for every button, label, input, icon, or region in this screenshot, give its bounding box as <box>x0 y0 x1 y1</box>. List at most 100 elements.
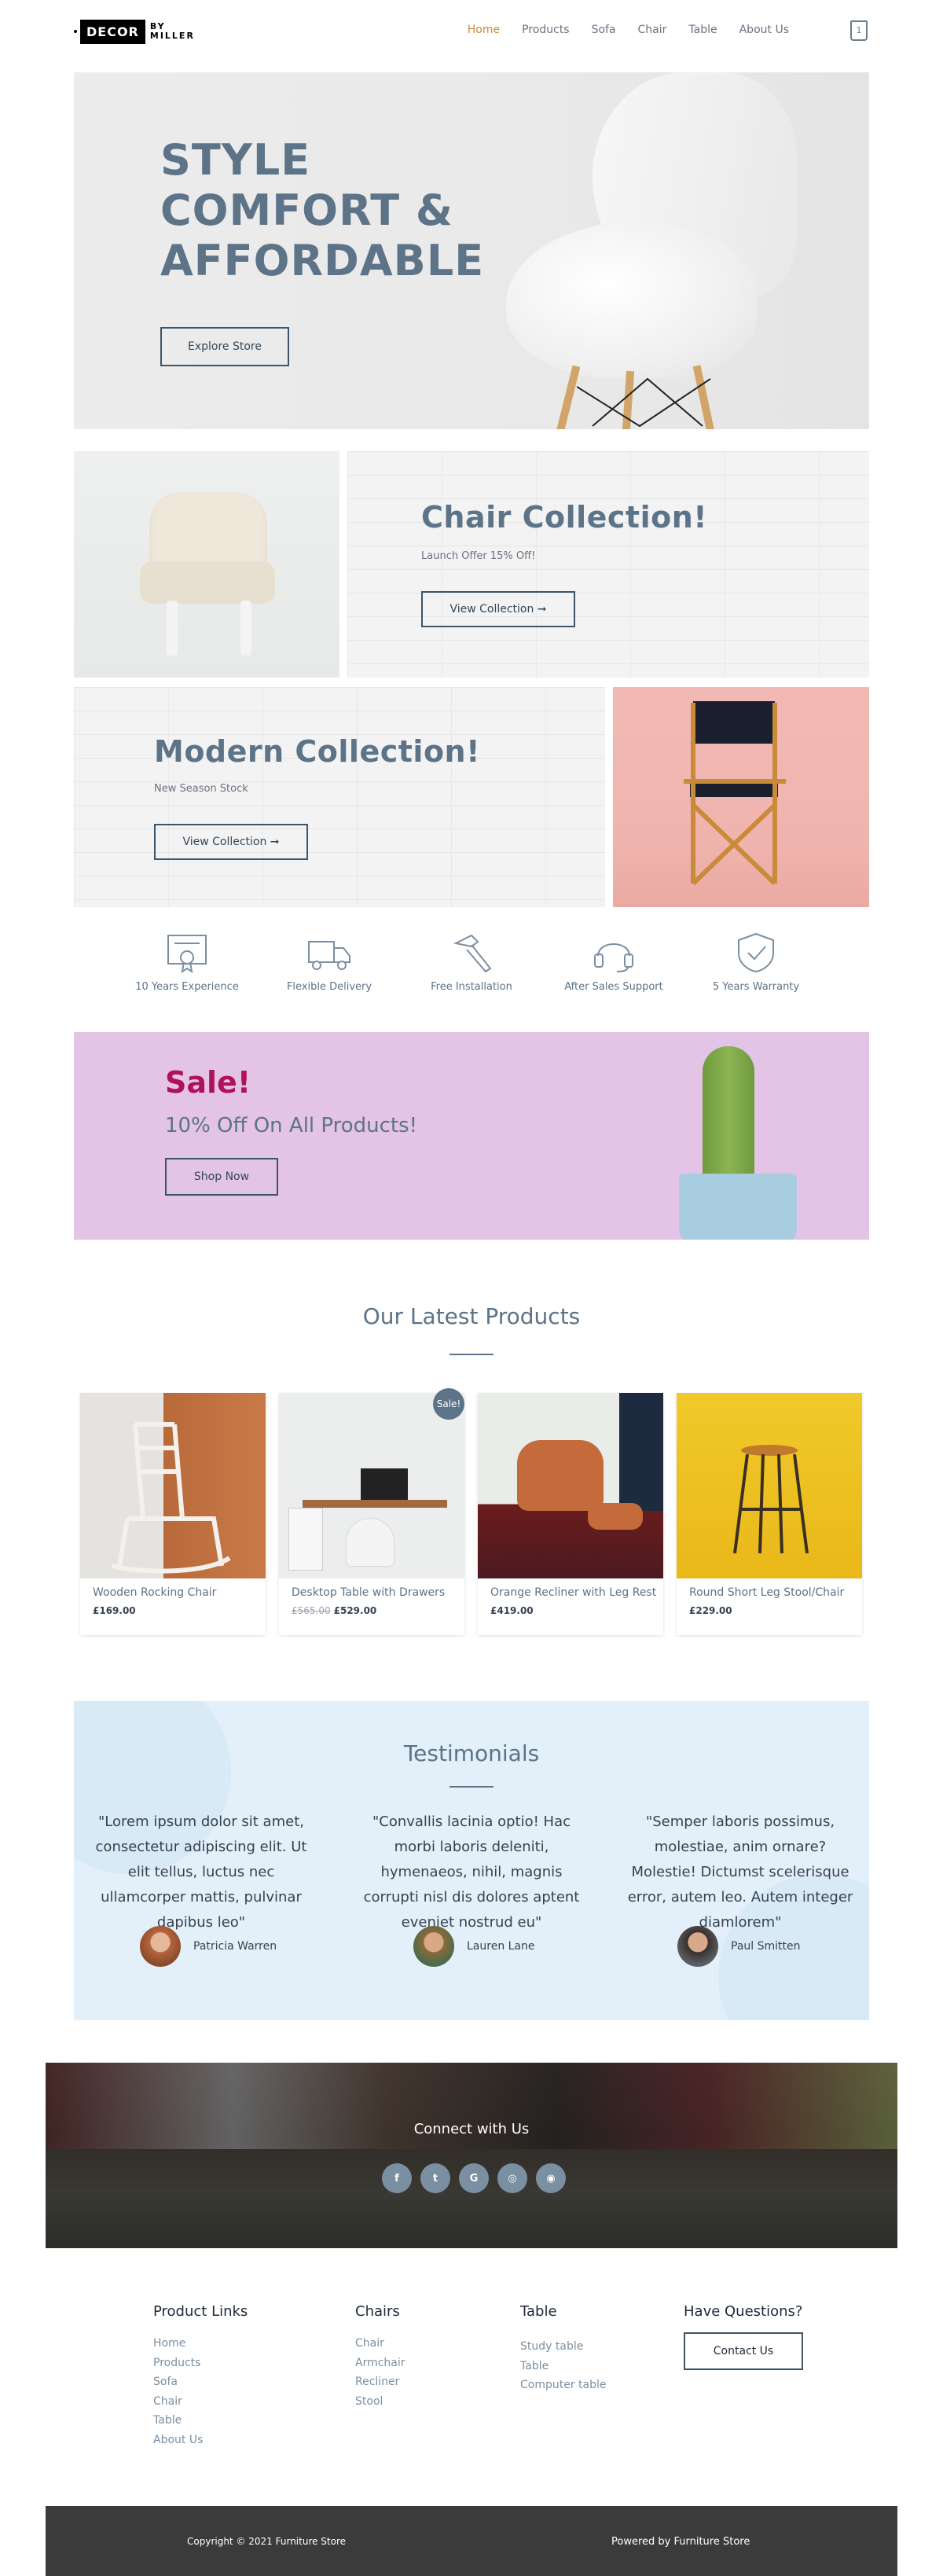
footer-link[interactable]: Chair <box>355 2334 405 2354</box>
footer-link[interactable]: About Us <box>153 2431 248 2450</box>
chair-collection-subtitle: Launch Offer 15% Off! <box>421 550 536 562</box>
testimonial-author: Patricia Warren <box>140 1926 277 1967</box>
footer-link[interactable]: Study table <box>520 2337 607 2357</box>
modern-collection-banner: Modern Collection! New Season Stock View… <box>74 687 605 907</box>
testimonials-title: Testimonials <box>403 1740 540 1766</box>
social-links: f t G ◎ ◉ <box>382 2163 566 2193</box>
product-price-current: £169.00 <box>93 1605 136 1616</box>
contact-us-button[interactable]: Contact Us <box>684 2332 803 2370</box>
testimonial-quote: "Lorem ipsum dolor sit amet, consectetur… <box>95 1813 307 1931</box>
dribbble-icon[interactable]: ◉ <box>536 2163 566 2193</box>
nav-table[interactable]: Table <box>688 24 717 36</box>
director-chair-image <box>613 687 869 907</box>
product-card[interactable]: Wooden Rocking Chair £169.00 <box>80 1393 266 1635</box>
nav-sofa[interactable]: Sofa <box>592 24 616 36</box>
hero-chair-wire <box>577 377 711 428</box>
footer-link[interactable]: Armchair <box>355 2354 405 2373</box>
footer-product-links: Product Links Home Products Sofa Chair T… <box>153 2303 248 2449</box>
product-card[interactable]: Orange Recliner with Leg Rest £419.00 <box>478 1393 663 1635</box>
footer-link[interactable]: Recliner <box>355 2372 405 2392</box>
hero-chair-leg <box>549 365 581 429</box>
copyright-text: Copyright © 2021 Furniture Store <box>187 2536 347 2547</box>
nav-chair[interactable]: Chair <box>638 24 667 36</box>
footer-questions: Have Questions? Contact Us <box>684 2303 803 2370</box>
feature-delivery: Flexible Delivery <box>270 932 388 993</box>
footer-link[interactable]: Stool <box>355 2392 405 2412</box>
sale-badge: Sale! <box>433 1388 464 1420</box>
nav-home[interactable]: Home <box>468 24 500 36</box>
product-price: £419.00 <box>490 1605 534 1616</box>
instagram-icon[interactable]: ◎ <box>497 2163 527 2193</box>
testimonial-author: Paul Smitten <box>677 1926 800 1967</box>
product-card[interactable]: Sale! Desktop Table with Drawers £565.00… <box>279 1388 464 1635</box>
hero-title-line: STYLE <box>160 135 311 185</box>
powered-by-text: Powered by Furniture Store <box>611 2536 750 2548</box>
product-name[interactable]: Desktop Table with Drawers <box>292 1586 445 1599</box>
nav-products[interactable]: Products <box>522 24 569 36</box>
sale-banner: Sale! 10% Off On All Products! Shop Now <box>74 1032 869 1240</box>
product-image[interactable] <box>478 1393 663 1578</box>
testimonial-quote: "Convallis lacinia optio! Hac morbi labo… <box>363 1813 580 1931</box>
chair-collection-banner: Chair Collection! Launch Offer 15% Off! … <box>347 451 869 678</box>
site-logo[interactable]: DECOR BY MILLER <box>74 17 195 46</box>
footer-heading: Chairs <box>355 2303 400 2320</box>
main-nav: Home Products Sofa Chair Table About Us <box>468 24 789 36</box>
product-image[interactable] <box>80 1393 266 1578</box>
cactus-pot <box>679 1174 797 1240</box>
twitter-icon[interactable]: t <box>420 2163 450 2193</box>
footer-link[interactable]: Products <box>153 2354 248 2373</box>
footer-link[interactable]: Table <box>153 2411 248 2431</box>
hero-chair-seat <box>506 222 758 379</box>
footer-table: Table Study table Table Computer table <box>520 2303 607 2395</box>
avatar <box>413 1926 454 1967</box>
footer-heading: Have Questions? <box>684 2303 803 2320</box>
footer-chairs: Chairs Chair Armchair Recliner Stool <box>355 2303 405 2411</box>
chair-view-collection-button[interactable]: View Collection ➞ <box>421 591 575 627</box>
feature-experience: 10 Years Experience <box>128 932 246 993</box>
product-price-current: £229.00 <box>689 1605 732 1616</box>
feature-support: After Sales Support <box>555 932 673 993</box>
logo-main: DECOR <box>80 19 145 44</box>
modern-view-collection-button[interactable]: View Collection ➞ <box>154 824 308 860</box>
facebook-icon[interactable]: f <box>382 2163 412 2193</box>
product-price: £565.00 £529.00 <box>292 1605 376 1616</box>
product-price-old: £565.00 <box>292 1605 331 1616</box>
footer-link[interactable]: Table <box>520 2357 607 2376</box>
sale-subtitle: 10% Off On All Products! <box>165 1114 418 1137</box>
product-card[interactable]: Round Short Leg Stool/Chair £229.00 <box>677 1393 862 1635</box>
author-name: Patricia Warren <box>193 1940 277 1953</box>
truck-icon <box>308 941 350 970</box>
footer-link[interactable]: Sofa <box>153 2372 248 2392</box>
desk-drawers <box>288 1508 323 1571</box>
armchair-image <box>74 451 339 678</box>
bookshelf <box>619 1393 663 1511</box>
product-image[interactable] <box>677 1393 862 1578</box>
armchair-leg <box>167 601 178 656</box>
desk-chair <box>347 1519 394 1566</box>
product-price: £169.00 <box>93 1605 136 1616</box>
shield-check-icon <box>738 932 774 973</box>
recliner-seat <box>517 1440 604 1511</box>
product-image[interactable] <box>279 1393 464 1578</box>
explore-store-button[interactable]: Explore Store <box>160 327 289 366</box>
author-name: Paul Smitten <box>731 1940 801 1953</box>
armchair-leg <box>240 601 251 656</box>
google-icon[interactable]: G <box>459 2163 489 2193</box>
hammer-icon <box>453 934 492 973</box>
products-title: Our Latest Products <box>362 1303 581 1329</box>
product-price: £229.00 <box>689 1605 732 1616</box>
certificate-icon <box>167 935 207 973</box>
footer-link[interactable]: Home <box>153 2334 248 2354</box>
director-chair-frame <box>684 703 786 886</box>
product-name[interactable]: Round Short Leg Stool/Chair <box>689 1586 844 1599</box>
cart-icon[interactable]: 1 <box>850 20 868 41</box>
product-name[interactable]: Orange Recliner with Leg Rest <box>490 1586 656 1599</box>
footer-link[interactable]: Chair <box>153 2392 248 2412</box>
product-name[interactable]: Wooden Rocking Chair <box>93 1586 216 1599</box>
shop-now-button[interactable]: Shop Now <box>165 1158 278 1196</box>
bottom-bar: Copyright © 2021 Furniture Store Powered… <box>46 2506 897 2576</box>
nav-about[interactable]: About Us <box>739 24 789 36</box>
footer-link[interactable]: Computer table <box>520 2376 607 2395</box>
testimonial-quote: "Semper laboris possimus, molestiae, ani… <box>627 1813 853 1931</box>
modern-collection-subtitle: New Season Stock <box>154 783 248 795</box>
